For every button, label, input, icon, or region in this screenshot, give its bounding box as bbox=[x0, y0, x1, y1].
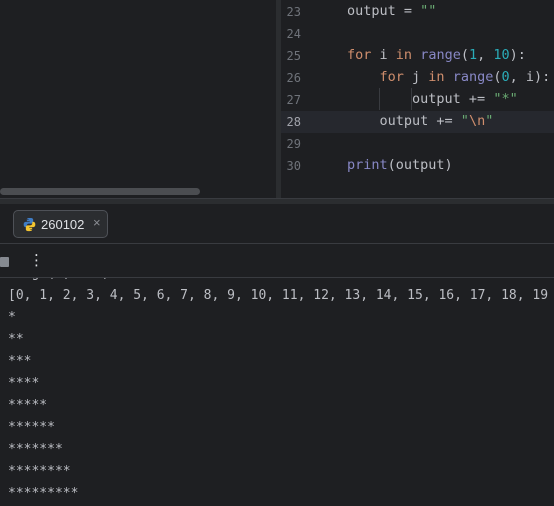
code-token: ( bbox=[460, 47, 469, 63]
code-token: print bbox=[347, 157, 388, 173]
code-text: output = "" bbox=[347, 3, 436, 19]
console-line: range(0, 100) bbox=[8, 278, 110, 281]
run-toolbar: ⋮ bbox=[0, 244, 554, 278]
code-token: j bbox=[403, 69, 429, 85]
console-line: * bbox=[8, 310, 16, 325]
code-line[interactable]: 23 output = "" bbox=[281, 1, 554, 23]
code-line[interactable]: 26 for j in range(0, i): bbox=[281, 67, 554, 89]
code-token: for bbox=[347, 47, 372, 63]
code-token: output = bbox=[347, 3, 421, 19]
code-token: 1 bbox=[468, 47, 478, 63]
stop-icon[interactable] bbox=[0, 257, 9, 267]
project-pane bbox=[0, 0, 276, 198]
code-token: , i): bbox=[509, 69, 551, 85]
code-token: in bbox=[428, 69, 445, 85]
code-token: 0 bbox=[501, 69, 510, 85]
console-line: ******** bbox=[8, 464, 71, 479]
code-text: output += "\n" bbox=[347, 113, 494, 129]
code-token: range bbox=[452, 69, 494, 85]
line-number: 28 bbox=[286, 115, 301, 129]
horizontal-scrollbar[interactable] bbox=[0, 188, 200, 195]
python-icon bbox=[23, 217, 36, 232]
code-line[interactable]: 29 bbox=[281, 133, 554, 155]
code-token: \n bbox=[468, 113, 486, 129]
code-token: "*" bbox=[493, 91, 518, 107]
console-line: ** bbox=[8, 332, 24, 347]
code-token: ): bbox=[509, 47, 526, 63]
code-token: 10 bbox=[493, 47, 510, 63]
run-tool-window: 260102 × ⋮ range(0, 100) [0, 1, 2, 3, 4, … bbox=[0, 204, 554, 506]
code-token: "" bbox=[420, 3, 437, 19]
line-number: 30 bbox=[286, 159, 301, 173]
close-icon[interactable]: × bbox=[93, 215, 101, 230]
line-number: 27 bbox=[286, 93, 301, 107]
code-line[interactable]: 25 for i in range(1, 10): bbox=[281, 45, 554, 67]
code-token: " bbox=[485, 113, 494, 129]
line-number: 25 bbox=[286, 49, 301, 63]
console-line: ***** bbox=[8, 398, 48, 413]
line-number: 23 bbox=[286, 5, 301, 19]
more-options-icon[interactable]: ⋮ bbox=[29, 251, 44, 269]
code-text: for j in range(0, i): bbox=[347, 69, 551, 85]
code-token: i bbox=[371, 47, 396, 63]
console-line: ********* bbox=[8, 486, 79, 501]
console-line: **** bbox=[8, 376, 40, 391]
line-number: 24 bbox=[286, 27, 301, 41]
console-line: *** bbox=[8, 354, 32, 369]
code-line[interactable]: 27 output += "*" bbox=[281, 89, 554, 111]
console-line: ****** bbox=[8, 420, 55, 435]
run-tab[interactable]: 260102 × bbox=[13, 210, 108, 238]
code-token: , bbox=[477, 47, 494, 63]
code-token: for bbox=[379, 69, 404, 85]
code-token: range bbox=[420, 47, 461, 63]
run-tab-bar: 260102 × bbox=[0, 204, 554, 244]
code-token: output += bbox=[347, 91, 494, 107]
code-line[interactable]: 24 bbox=[281, 23, 554, 45]
code-line[interactable]: 30 print(output) bbox=[281, 155, 554, 177]
line-number: 26 bbox=[286, 71, 301, 85]
indent-guide bbox=[411, 88, 412, 110]
code-token: (output) bbox=[387, 157, 453, 173]
console-line: ******* bbox=[8, 442, 63, 457]
indent-guide bbox=[379, 88, 380, 110]
console-output[interactable]: range(0, 100) [0, 1, 2, 3, 4, 5, 6, 7, 8,… bbox=[0, 278, 554, 506]
console-line: [0, 1, 2, 3, 4, 5, 6, 7, 8, 9, 10, 11, 1… bbox=[8, 288, 549, 303]
code-token: output += bbox=[347, 113, 461, 129]
code-line[interactable]: 28 output += "\n" bbox=[281, 111, 554, 133]
code-token: in bbox=[395, 47, 413, 63]
code-editor[interactable]: 23 output = "" 24 25 for i in range(1, 10): 2… bbox=[281, 0, 554, 198]
run-tab-label: 260102 bbox=[41, 217, 85, 232]
code-text: for i in range(1, 10): bbox=[347, 47, 526, 63]
line-number: 29 bbox=[286, 137, 301, 151]
code-text: print(output) bbox=[347, 157, 453, 173]
code-token: " bbox=[460, 113, 469, 129]
code-text: output += "*" bbox=[347, 91, 518, 107]
